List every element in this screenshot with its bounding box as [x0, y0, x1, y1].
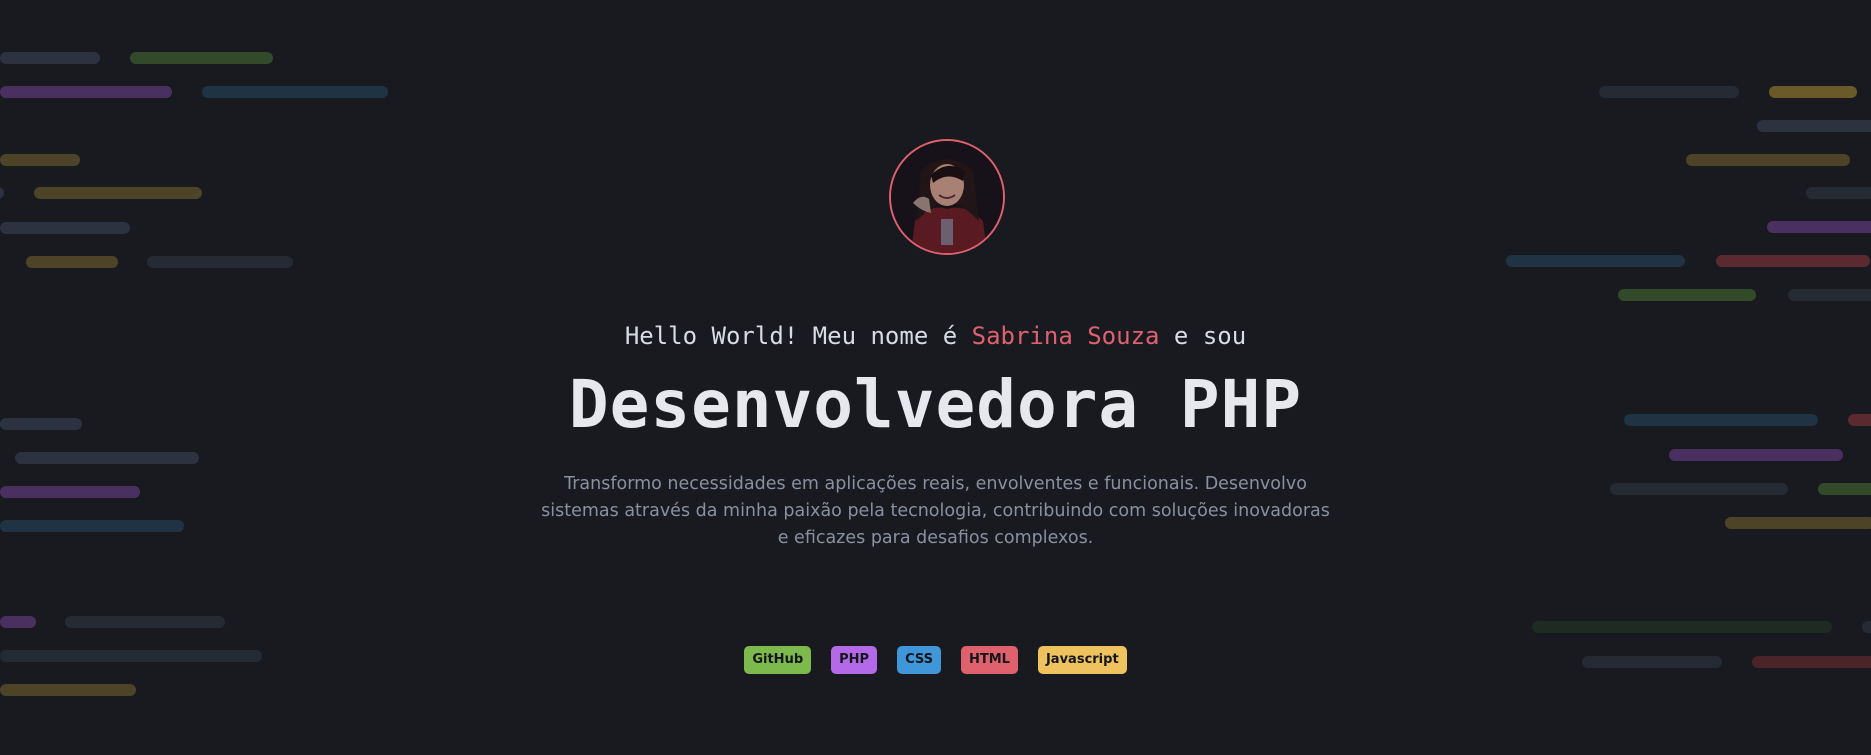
greeting-prefix: Hello World! Meu nome é	[624, 322, 958, 350]
hero-section: Hello World! Meu nome é Sabrina Souza e …	[0, 0, 1871, 755]
tag-javascript[interactable]: Javascript	[1037, 646, 1127, 674]
tag-github[interactable]: GitHub	[744, 646, 812, 674]
greeting: Hello World! Meu nome é Sabrina Souza e …	[0, 322, 1871, 350]
page-title: Desenvolvedora PHP	[568, 366, 1303, 443]
hero-description: Transformo necessidades em aplicações re…	[541, 474, 1330, 548]
tag-php[interactable]: PHP	[831, 646, 878, 674]
profile-photo-icon	[891, 141, 1003, 253]
tag-css[interactable]: CSS	[897, 646, 941, 674]
avatar	[889, 139, 1005, 255]
greeting-suffix: e sou	[1173, 322, 1247, 350]
skill-tags: GitHub PHP CSS HTML Javascript	[0, 646, 1871, 674]
developer-name: Sabrina Souza	[971, 322, 1160, 350]
tag-html[interactable]: HTML	[961, 646, 1018, 674]
